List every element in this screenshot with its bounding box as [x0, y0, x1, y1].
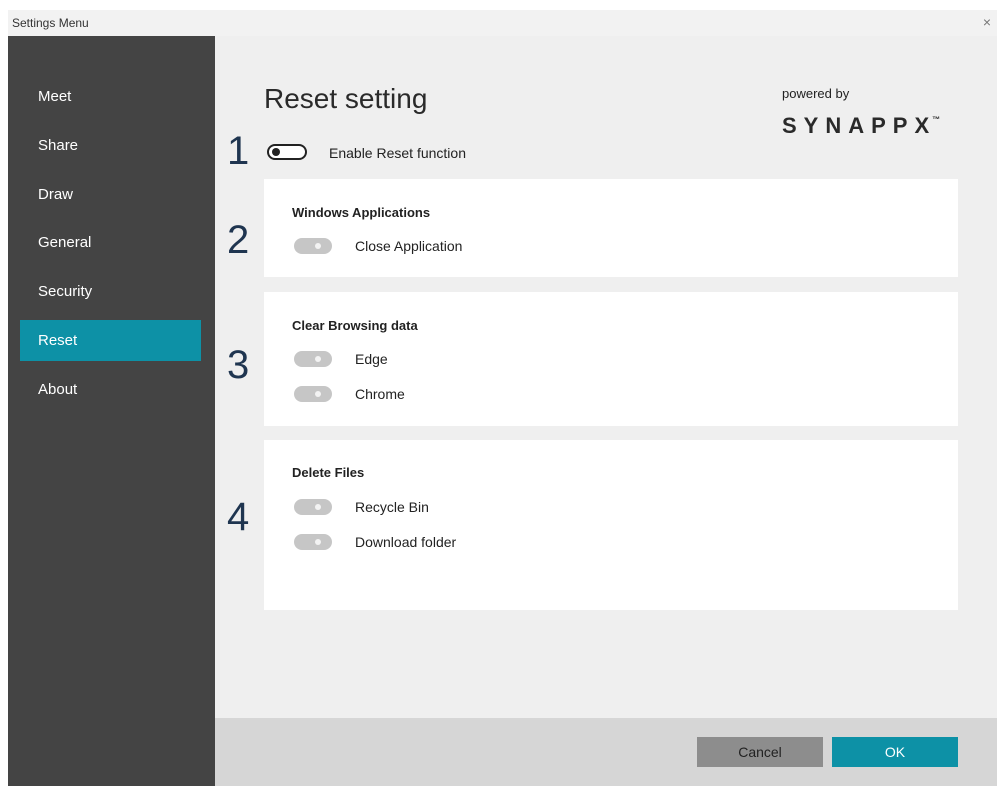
option-label: Close Application [355, 238, 463, 254]
chrome-toggle[interactable] [294, 386, 332, 402]
step-number-4: 4 [227, 495, 250, 539]
brand-name: SYNAPPX [782, 113, 937, 138]
sidebar-item-security[interactable]: Security [20, 271, 201, 312]
cancel-button[interactable]: Cancel [697, 737, 823, 767]
edge-toggle[interactable] [294, 351, 332, 367]
step-number-3: 3 [227, 343, 250, 387]
ok-button[interactable]: OK [832, 737, 958, 767]
option-label: Chrome [355, 386, 405, 402]
powered-by-label: powered by [782, 86, 850, 101]
step-number-1: 1 [227, 129, 250, 173]
settings-window: Settings Menu × Meet Share Draw General … [8, 10, 997, 786]
recycle-bin-toggle[interactable] [294, 499, 332, 515]
brand-logo: SYNAPPX™ [782, 113, 940, 139]
brand-trademark: ™ [932, 115, 941, 124]
toggle-knob [315, 504, 321, 510]
windows-applications-card: Windows Applications Close Application [264, 179, 958, 277]
sidebar-item-meet[interactable]: Meet [20, 76, 201, 117]
dialog-footer: Cancel OK [215, 718, 997, 786]
enable-reset-label: Enable Reset function [329, 145, 466, 161]
option-label: Recycle Bin [355, 499, 429, 515]
page-title: Reset setting [264, 83, 428, 114]
sidebar-item-about[interactable]: About [20, 369, 201, 410]
section-title: Windows Applications [292, 205, 431, 220]
sidebar-item-draw[interactable]: Draw [20, 174, 201, 215]
download-folder-toggle[interactable] [294, 534, 332, 550]
title-bar: Settings Menu × [8, 10, 997, 36]
clear-browsing-data-card: Clear Browsing data Edge Chrome [264, 292, 958, 426]
sidebar-item-general[interactable]: General [20, 222, 201, 263]
toggle-knob [315, 356, 321, 362]
step-number-2: 2 [227, 218, 250, 262]
section-title: Clear Browsing data [292, 318, 418, 333]
sidebar-item-share[interactable]: Share [20, 125, 201, 166]
toggle-knob [315, 539, 321, 545]
toggle-knob [315, 243, 321, 249]
sidebar: Meet Share Draw General Security Reset A… [8, 36, 215, 786]
close-icon[interactable]: × [983, 13, 991, 31]
option-label: Edge [355, 351, 388, 367]
window-title: Settings Menu [12, 16, 89, 30]
close-application-toggle[interactable] [294, 238, 332, 254]
toggle-knob [315, 391, 321, 397]
option-label: Download folder [355, 534, 457, 550]
delete-files-card: Delete Files Recycle Bin Download folder [264, 440, 958, 610]
section-title: Delete Files [292, 465, 365, 480]
sidebar-item-reset[interactable]: Reset [20, 320, 201, 361]
toggle-knob [272, 148, 280, 156]
enable-reset-toggle[interactable] [267, 144, 307, 160]
main-panel: Reset setting powered by SYNAPPX™ 1 2 3 … [215, 36, 997, 718]
